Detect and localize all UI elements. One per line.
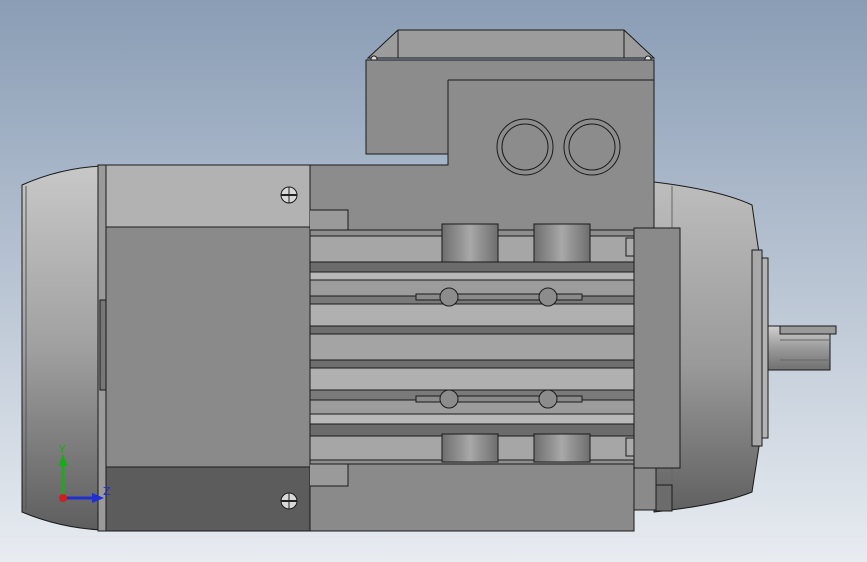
front-foot-block xyxy=(633,467,657,511)
frame-middle-panel xyxy=(105,226,311,468)
front-bearing-shield xyxy=(633,227,681,469)
motor-model[interactable]: Y Z xyxy=(0,0,867,562)
shield-tab-top xyxy=(625,237,635,257)
shield-tab-bottom xyxy=(625,437,635,457)
lifting-boss-bottom-2 xyxy=(533,433,591,463)
bolt-hole-1-icon xyxy=(439,287,459,307)
frame-bottom-right-panel xyxy=(309,463,635,532)
screw-bottom-icon xyxy=(280,492,298,510)
conduit-upper xyxy=(310,209,349,231)
lifting-boss-top-1 xyxy=(441,223,499,263)
cable-gland-left-icon xyxy=(496,118,554,176)
cable-gland-right-icon xyxy=(563,118,621,176)
flange-spigot xyxy=(751,249,763,447)
flange-foot xyxy=(655,484,673,512)
cad-viewport[interactable]: Y Z xyxy=(0,0,867,562)
lifting-boss-bottom-1 xyxy=(441,433,499,463)
screw-top-icon xyxy=(280,186,298,204)
frame-top-panel xyxy=(105,164,311,228)
bolt-hole-4-icon xyxy=(538,389,558,409)
triad-z-label: Z xyxy=(103,485,111,498)
frame-side-lug xyxy=(99,299,107,391)
bolt-hole-3-icon xyxy=(439,389,459,409)
shaft-key xyxy=(779,325,837,335)
flange-spigot-edge xyxy=(761,257,769,439)
triad-y-label: Y xyxy=(58,443,66,456)
bolt-hole-2-icon xyxy=(538,287,558,307)
lifting-boss-top-2 xyxy=(533,223,591,263)
triad-x-origin-icon xyxy=(59,494,67,502)
conduit-lower xyxy=(310,463,349,487)
cooling-fins xyxy=(309,235,635,461)
frame-bottom-panel xyxy=(105,466,311,532)
terminal-box-lid xyxy=(366,29,656,59)
